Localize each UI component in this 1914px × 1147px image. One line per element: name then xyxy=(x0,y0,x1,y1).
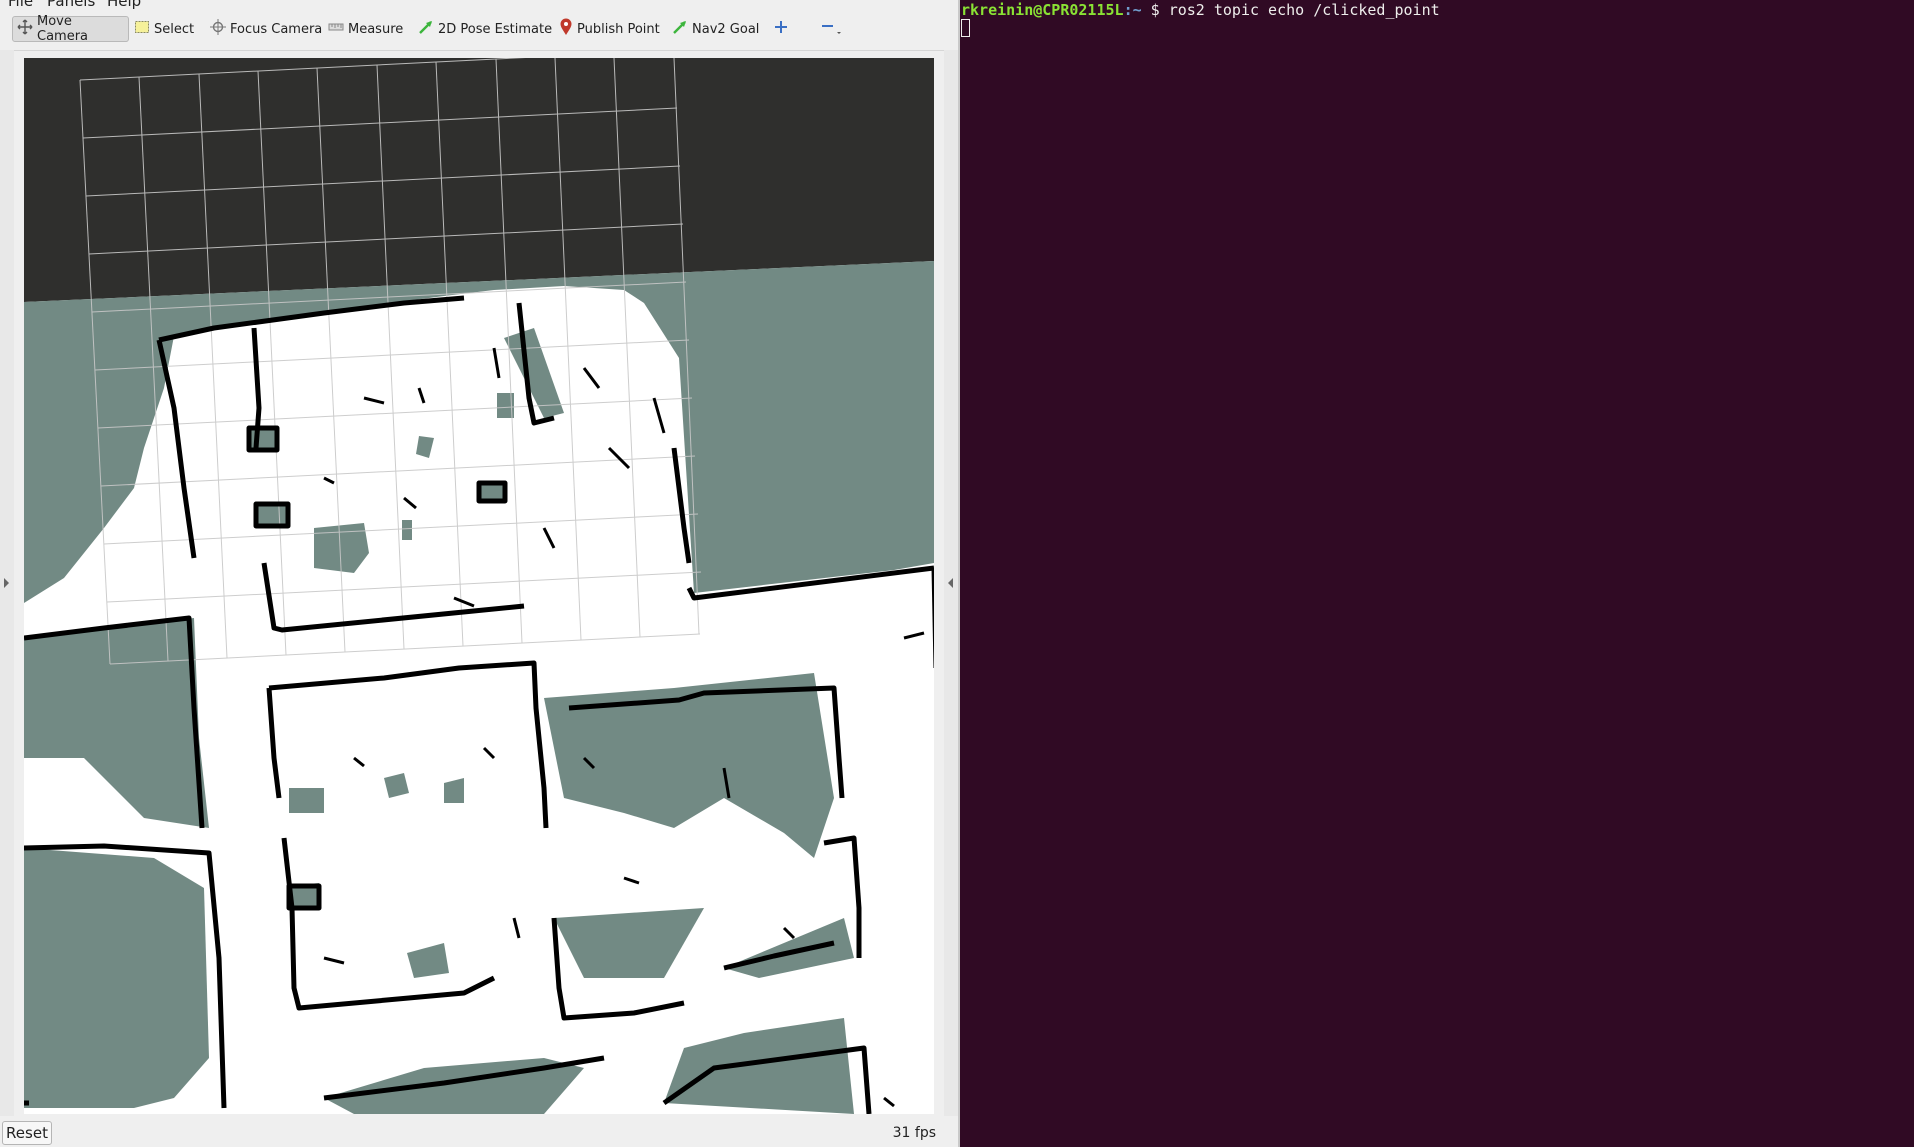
menu-help[interactable]: Help xyxy=(107,0,141,10)
fps-readout: 31 fps xyxy=(892,1125,936,1141)
add-tool-button[interactable] xyxy=(770,16,794,42)
publish-point-tool[interactable]: Publish Point xyxy=(555,16,664,42)
select-label: Select xyxy=(154,21,195,37)
publish-point-label: Publish Point xyxy=(577,21,660,37)
minus-icon xyxy=(820,18,842,40)
move-camera-icon xyxy=(17,19,33,39)
goal-arrow-icon xyxy=(672,19,688,39)
select-icon xyxy=(134,19,150,39)
pose-arrow-icon xyxy=(418,19,434,39)
focus-camera-tool[interactable]: Focus Camera xyxy=(206,16,326,42)
measure-label: Measure xyxy=(348,21,404,37)
measure-tool[interactable]: Measure xyxy=(324,16,407,42)
menubar: File Panels Help xyxy=(0,0,958,10)
tool-toolbar: Move Camera Select Focus Camera Measure … xyxy=(0,10,958,51)
focus-camera-label: Focus Camera xyxy=(230,21,323,37)
plus-icon xyxy=(774,20,788,38)
pose-estimate-tool[interactable]: 2D Pose Estimate xyxy=(414,16,556,42)
prompt-symbol: $ xyxy=(1141,1,1169,19)
left-dock-splitter[interactable] xyxy=(0,50,14,1116)
select-tool[interactable]: Select xyxy=(130,16,198,42)
move-camera-label: Move Camera xyxy=(37,14,89,44)
focus-camera-icon xyxy=(210,19,226,39)
pose-estimate-label: 2D Pose Estimate xyxy=(438,21,553,37)
nav2-goal-tool[interactable]: Nav2 Goal xyxy=(668,16,763,42)
3d-render-viewport[interactable] xyxy=(24,58,934,1114)
terminal-prompt-line: rkreinin@CPR02115L:~ $ ros2 topic echo /… xyxy=(961,0,1440,20)
terminal-window[interactable]: rkreinin@CPR02115L:~ $ ros2 topic echo /… xyxy=(960,0,1914,1147)
nav2-goal-label: Nav2 Goal xyxy=(692,21,760,37)
prompt-user-host: rkreinin@CPR02115L xyxy=(961,1,1124,19)
prompt-path: :~ xyxy=(1123,1,1142,19)
move-camera-tool[interactable]: Move Camera xyxy=(12,14,129,44)
right-dock-splitter[interactable] xyxy=(944,50,958,1116)
reset-button[interactable]: Reset xyxy=(2,1121,52,1145)
rviz-window: File Panels Help Move Camera Select Focu… xyxy=(0,0,958,1147)
map-pin-icon xyxy=(559,18,573,40)
menu-panels[interactable]: Panels xyxy=(47,0,95,10)
remove-tool-button[interactable] xyxy=(816,16,846,42)
unknown-space xyxy=(24,58,934,302)
status-bar: Reset 31 fps xyxy=(0,1118,958,1147)
terminal-cursor xyxy=(961,19,970,37)
menu-file[interactable]: File xyxy=(8,0,33,10)
measure-icon xyxy=(328,19,344,39)
terminal-command: ros2 topic echo /clicked_point xyxy=(1168,1,1440,19)
